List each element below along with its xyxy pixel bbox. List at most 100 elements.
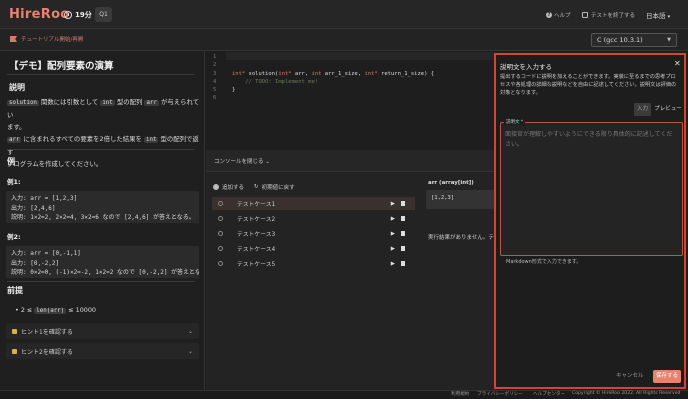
close-icon[interactable]: ✕: [674, 59, 681, 68]
text: ます。: [7, 123, 26, 131]
play-icon[interactable]: ▶: [391, 201, 395, 207]
testcase-row[interactable]: テストケース1 ▶: [212, 197, 415, 210]
help-link[interactable]: ? ヘルプ: [546, 11, 571, 19]
timer-value: 19分: [75, 11, 92, 19]
testcase-row[interactable]: テストケース2 ▶: [212, 212, 415, 225]
trash-icon[interactable]: [401, 261, 405, 266]
language-selector[interactable]: 日本語 ▾: [646, 10, 670, 20]
example2-label: 例2:: [7, 233, 21, 241]
text: ≤ 10000: [66, 306, 96, 314]
divider: [7, 149, 195, 150]
tab-preview[interactable]: プレビュー: [653, 103, 683, 116]
code-int: int: [100, 100, 115, 106]
modal-description: 提出するコードに説明を加えることができます。実装に至るまでの思考プロセスや各処理…: [500, 74, 677, 96]
current-line-highlight: [226, 52, 496, 60]
line-number: 4: [213, 79, 217, 85]
code-line-3: int* solution(int* arr, int arr_1_size, …: [232, 71, 434, 77]
tutorial-link[interactable]: チュートリアル開始/再開: [10, 35, 83, 43]
code-text: arr_1_size,: [321, 71, 365, 77]
play-icon[interactable]: ▶: [391, 261, 395, 267]
description-text: solution 関数には引数として int 型の配列 arr が与えられてい …: [7, 96, 202, 170]
add-testcase-button[interactable]: 追加する: [213, 183, 244, 191]
logo: HireRoo: [9, 7, 70, 22]
testcase-label: テストケース1: [237, 202, 276, 208]
save-button[interactable]: 保存する: [653, 370, 681, 383]
cancel-button[interactable]: キャンセル: [616, 371, 644, 379]
chevron-down-icon: ⌄: [187, 327, 193, 335]
end-test-label: テストを終了する: [591, 13, 636, 19]
code-solution: solution: [7, 100, 39, 106]
chevron-down-icon: ▼: [667, 37, 671, 43]
reset-testcase-button[interactable]: ↻ 初期値に戻す: [254, 183, 295, 191]
text: プログラムを作成してください。: [7, 160, 103, 168]
problem-title: 【デモ】配列要素の演算: [9, 61, 114, 72]
hint2-toggle[interactable]: ヒント2を確認する ⌄: [6, 343, 199, 359]
testcase-row[interactable]: テストケース3 ▶: [212, 227, 415, 240]
example1-label: 例1:: [7, 178, 21, 186]
clock-icon: [64, 11, 72, 19]
code-arr: arr: [144, 100, 159, 106]
play-icon[interactable]: ▶: [391, 231, 395, 237]
trash-icon[interactable]: [401, 216, 405, 221]
text: 型の配列: [114, 98, 145, 106]
keyword: int: [311, 71, 322, 77]
lock-icon: [12, 328, 17, 334]
question-badge[interactable]: Q1: [95, 7, 112, 22]
testcase-label: テストケース5: [237, 262, 276, 268]
example-heading: 例: [7, 157, 15, 166]
play-icon[interactable]: ▶: [391, 216, 395, 222]
line-number: 6: [213, 95, 217, 101]
compiler-select[interactable]: C (gcc 10.3.1) ▼: [591, 33, 677, 47]
code-line-4: // TODO: Implement me!: [232, 79, 319, 85]
keyword: int*: [278, 71, 292, 77]
input-label: arr (array[int]): [428, 180, 474, 186]
help-label: ヘルプ: [554, 13, 571, 19]
text: 関数には引数として: [38, 98, 101, 106]
exit-icon: [582, 12, 588, 18]
line-number: 1: [213, 54, 217, 60]
code-text: arr,: [291, 71, 312, 77]
testcase-label: テストケース2: [237, 217, 276, 223]
field-label: 説明文 *: [504, 119, 526, 125]
play-icon[interactable]: ▶: [391, 246, 395, 252]
example2-box: 入力: arr = [0,-1,1] 出力: [0,-2,2] 説明: 0×2=…: [6, 246, 199, 278]
reset-icon: ↻: [254, 184, 259, 190]
line-number: 3: [213, 71, 217, 77]
text: 2 ≤: [20, 306, 35, 314]
line-number: 5: [213, 87, 217, 93]
hint1-toggle[interactable]: ヒント1を確認する ⌄: [6, 323, 199, 339]
trash-icon[interactable]: [401, 246, 405, 251]
reset-label: 初期値に戻す: [261, 185, 295, 191]
radio-icon[interactable]: [218, 201, 223, 206]
divider: [7, 281, 195, 282]
testcase-label: テストケース4: [237, 247, 276, 253]
code-editor[interactable]: [206, 51, 496, 150]
hint1-label: ヒント1を確認する: [21, 328, 73, 336]
code-text: solution(: [245, 71, 279, 77]
help-icon: ?: [546, 12, 552, 18]
tab-input[interactable]: 入力: [634, 103, 651, 116]
radio-icon[interactable]: [218, 216, 223, 221]
code-text: return_1_size) {: [377, 71, 435, 77]
terms-link[interactable]: 利用規約: [451, 391, 469, 397]
line-number: 2: [213, 62, 217, 68]
privacy-link[interactable]: プライバシーポリシー: [477, 391, 523, 397]
add-icon: [213, 184, 219, 190]
end-test-button[interactable]: テストを終了する: [582, 11, 635, 19]
divider: [7, 74, 195, 75]
radio-icon[interactable]: [218, 261, 223, 266]
trash-icon[interactable]: [401, 231, 405, 236]
radio-icon[interactable]: [218, 231, 223, 236]
testcase-input[interactable]: [1,2,3]: [426, 190, 496, 209]
constraint-heading: 前提: [7, 286, 23, 295]
chevron-down-icon: ▾: [667, 14, 671, 20]
textarea-placeholder: 面接官が理解しやすいようにできる限り具体的に記述してください。: [505, 131, 673, 148]
helpcenter-link[interactable]: ヘルプセンター: [533, 391, 565, 397]
flag-icon: [10, 36, 17, 42]
radio-icon[interactable]: [218, 246, 223, 251]
console-toggle[interactable]: コンソールを閉じる ⌄: [214, 157, 270, 165]
trash-icon[interactable]: [401, 201, 405, 206]
testcase-row[interactable]: テストケース4 ▶: [212, 242, 415, 255]
testcase-row[interactable]: テストケース5 ▶: [212, 257, 415, 270]
lock-icon: [12, 348, 17, 354]
